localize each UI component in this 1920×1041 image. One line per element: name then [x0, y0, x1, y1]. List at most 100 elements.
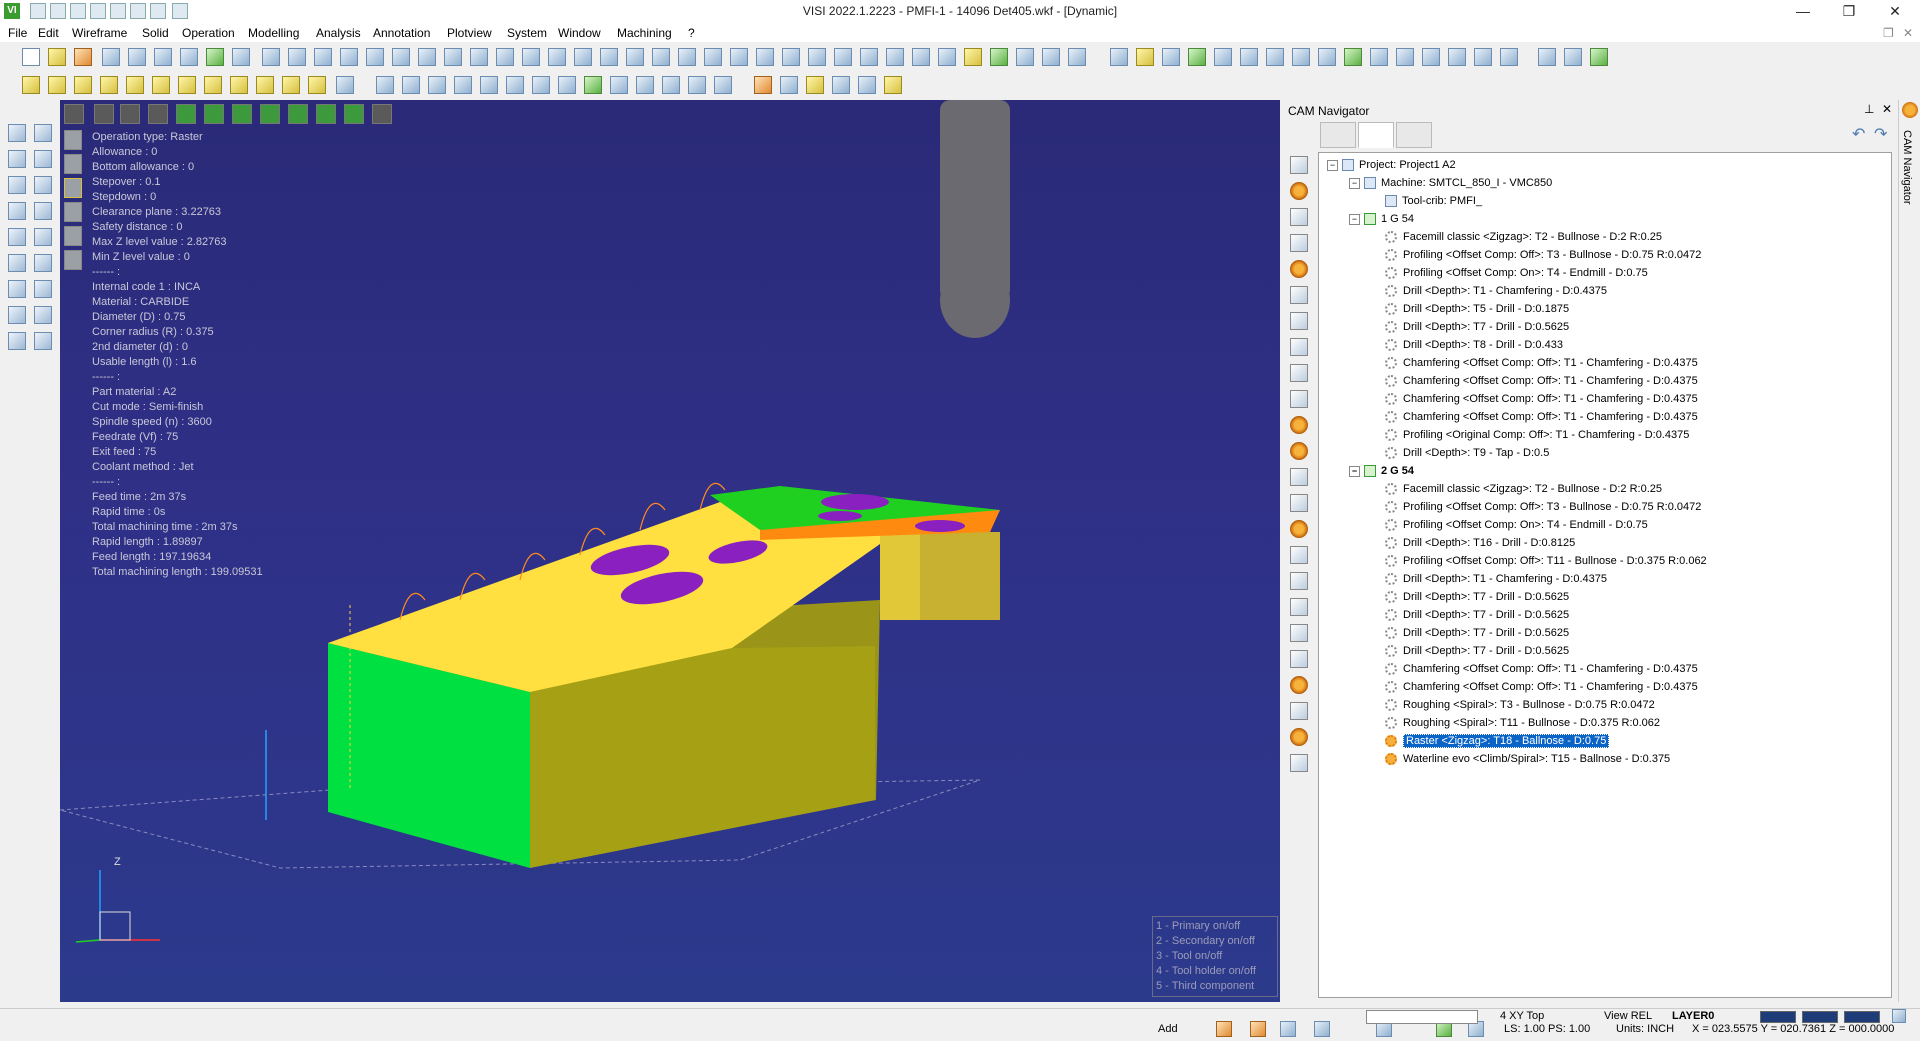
view-tool-5-icon[interactable]	[964, 48, 982, 66]
wireframe-tool-22-icon[interactable]	[808, 48, 826, 66]
transform-tool-8-icon[interactable]	[1292, 48, 1310, 66]
tree-operation[interactable]: Profiling <Offset Comp: On>: T4 - Endmil…	[1385, 517, 1648, 534]
transform-tool-10-icon[interactable]	[1344, 48, 1362, 66]
tab-operations-gear-icon[interactable]	[1358, 122, 1394, 148]
cam-side-17-icon[interactable]	[1290, 572, 1308, 590]
wireframe-tool-7-icon[interactable]	[418, 48, 436, 66]
status-input-box[interactable]	[1366, 1010, 1478, 1024]
status-view-mode[interactable]: View REL	[1604, 1010, 1652, 1022]
transform-tool-11-icon[interactable]	[1370, 48, 1388, 66]
save-file-icon[interactable]	[128, 48, 146, 66]
collapse-icon[interactable]: −	[1349, 213, 1360, 225]
tree-operation[interactable]: Raster <Zigzag>: T18 - Ballnose - D:0.75	[1385, 733, 1610, 750]
edit-tool-14-icon[interactable]	[714, 76, 732, 94]
cam-tool-4-icon[interactable]	[832, 76, 850, 94]
cam-side-2-icon[interactable]	[1290, 182, 1308, 200]
left-tool-13-icon[interactable]	[8, 280, 26, 298]
cam-side-23-icon[interactable]	[1290, 728, 1308, 746]
edit-tool-3-icon[interactable]	[428, 76, 446, 94]
cam-side-19-icon[interactable]	[1290, 624, 1308, 642]
wireframe-tool-18-icon[interactable]	[704, 48, 722, 66]
transform-tool-5-icon[interactable]	[1214, 48, 1232, 66]
cam-side-11-icon[interactable]	[1290, 416, 1308, 434]
cam-side-3-icon[interactable]	[1290, 208, 1308, 226]
left-tool-3-icon[interactable]	[8, 150, 26, 168]
view-tool-6-icon[interactable]	[990, 48, 1008, 66]
zoom-icon[interactable]	[206, 48, 224, 66]
tree-operation[interactable]: Chamfering <Offset Comp: Off>: T1 - Cham…	[1385, 355, 1698, 372]
cam-tool-3-icon[interactable]	[806, 76, 824, 94]
tree-operation[interactable]: Drill <Depth>: T7 - Drill - D:0.5625	[1385, 319, 1569, 336]
cam-side-14-icon[interactable]	[1290, 494, 1308, 512]
select-tool-4-icon[interactable]	[100, 76, 118, 94]
tree-operation[interactable]: Profiling <Offset Comp: Off>: T11 - Bull…	[1385, 553, 1707, 570]
wireframe-tool-16-icon[interactable]	[652, 48, 670, 66]
transform-tool-13-icon[interactable]	[1422, 48, 1440, 66]
cam-side-5-icon[interactable]	[1290, 260, 1308, 278]
status-add[interactable]: Add	[1158, 1023, 1178, 1035]
left-tool-7-icon[interactable]	[8, 202, 26, 220]
edit-tool-4-icon[interactable]	[454, 76, 472, 94]
transform-tool-15-icon[interactable]	[1474, 48, 1492, 66]
cam-side-16-icon[interactable]	[1290, 546, 1308, 564]
cam-side-7-icon[interactable]	[1290, 312, 1308, 330]
status-settings-icon[interactable]	[1892, 1009, 1906, 1023]
status-layer[interactable]: LAYER0	[1672, 1010, 1714, 1022]
tree-setup-2[interactable]: −2 G 54	[1349, 463, 1414, 480]
wireframe-tool-5-icon[interactable]	[366, 48, 384, 66]
collapse-icon[interactable]: −	[1349, 177, 1360, 189]
left-tool-11-icon[interactable]	[8, 254, 26, 272]
transform-tool-7-icon[interactable]	[1266, 48, 1284, 66]
select-tool-1-icon[interactable]	[22, 76, 40, 94]
status-tool-1-icon[interactable]	[1216, 1021, 1232, 1037]
maximize-button[interactable]: ❐	[1826, 0, 1872, 24]
select-tool-10-icon[interactable]	[256, 76, 274, 94]
cam-side-12-icon[interactable]	[1290, 442, 1308, 460]
menu-machining[interactable]: Machining	[617, 26, 672, 40]
view-tool-8-icon[interactable]	[1042, 48, 1060, 66]
tree-operation[interactable]: Drill <Depth>: T16 - Drill - D:0.8125	[1385, 535, 1575, 552]
wireframe-tool-1-icon[interactable]	[262, 48, 280, 66]
tree-operation[interactable]: Chamfering <Offset Comp: Off>: T1 - Cham…	[1385, 661, 1698, 678]
edit-tool-2-icon[interactable]	[402, 76, 420, 94]
transform-tool-2-icon[interactable]	[1136, 48, 1154, 66]
collapse-icon[interactable]: −	[1327, 159, 1338, 171]
tree-operation[interactable]: Waterline evo <Climb/Spiral>: T15 - Ball…	[1385, 751, 1670, 768]
pin-icon[interactable]: ⊥	[1864, 102, 1874, 116]
cam-tool-1-icon[interactable]	[754, 76, 772, 94]
menu-solid[interactable]: Solid	[142, 26, 169, 40]
tree-operation[interactable]: Chamfering <Offset Comp: Off>: T1 - Cham…	[1385, 409, 1698, 426]
menu-help[interactable]: ?	[688, 26, 695, 40]
wireframe-tool-9-icon[interactable]	[470, 48, 488, 66]
view-tool-7-icon[interactable]	[1016, 48, 1034, 66]
cam-tool-5-icon[interactable]	[858, 76, 876, 94]
wireframe-tool-11-icon[interactable]	[522, 48, 540, 66]
wireframe-tool-21-icon[interactable]	[782, 48, 800, 66]
save-as-icon[interactable]	[154, 48, 172, 66]
menu-analysis[interactable]: Analysis	[316, 26, 361, 40]
edit-tool-1-icon[interactable]	[376, 76, 394, 94]
cam-navigator-gear-icon[interactable]	[1902, 102, 1918, 118]
tree-operation[interactable]: Chamfering <Offset Comp: Off>: T1 - Cham…	[1385, 391, 1698, 408]
wireframe-tool-8-icon[interactable]	[444, 48, 462, 66]
window-icon[interactable]	[232, 48, 250, 66]
tree-operation[interactable]: Profiling <Original Comp: Off>: T1 - Cha…	[1385, 427, 1689, 444]
tab-tools-icon[interactable]	[1396, 122, 1432, 148]
wireframe-tool-20-icon[interactable]	[756, 48, 774, 66]
wireframe-tool-6-icon[interactable]	[392, 48, 410, 66]
graphics-viewport[interactable]: Operation type: Raster Allowance : 0 Botto…	[60, 100, 1280, 1002]
edit-tool-12-icon[interactable]	[662, 76, 680, 94]
tab-project-icon[interactable]	[1320, 122, 1356, 148]
tree-operation[interactable]: Drill <Depth>: T7 - Drill - D:0.5625	[1385, 589, 1569, 606]
transform-tool-6-icon[interactable]	[1240, 48, 1258, 66]
edit-tool-10-icon[interactable]	[610, 76, 628, 94]
view-tool-9-icon[interactable]	[1068, 48, 1086, 66]
left-tool-8-icon[interactable]	[34, 202, 52, 220]
cam-side-15-icon[interactable]	[1290, 520, 1308, 538]
menu-wireframe[interactable]: Wireframe	[72, 26, 127, 40]
cam-side-4-icon[interactable]	[1290, 234, 1308, 252]
wireframe-tool-17-icon[interactable]	[678, 48, 696, 66]
transform-tool-14-icon[interactable]	[1448, 48, 1466, 66]
transform-tool-12-icon[interactable]	[1396, 48, 1414, 66]
edit-tool-6-icon[interactable]	[506, 76, 524, 94]
